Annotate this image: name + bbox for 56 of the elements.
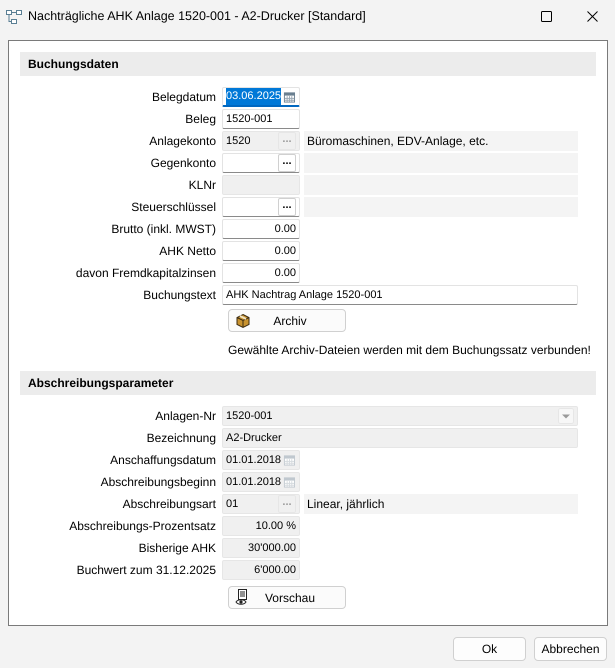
calendar-icon[interactable] (283, 453, 296, 467)
field-label: Abschreibungsart (122, 496, 217, 513)
section-header: Abschreibungsparameter (20, 371, 596, 395)
cancel-button[interactable]: Abbrechen (534, 637, 607, 661)
date-field[interactable]: 03.06.2025 (222, 87, 300, 107)
info-text: Gewählte Archiv-Dateien werden mit dem Buchungssatz verbunden! (228, 342, 592, 357)
app-icon (6, 10, 22, 24)
close-icon (586, 11, 598, 22)
input-field[interactable]: 0.00 (222, 219, 300, 239)
input-field[interactable]: 1520-001 (222, 109, 300, 129)
field-label: Buchungstext (142, 287, 217, 304)
field-label: Bisherige AHK (138, 540, 217, 557)
input-field[interactable]: A2-Drucker (222, 428, 578, 448)
field-label: davon Fremdkapitalzinsen (74, 265, 217, 282)
lookup-button[interactable]: ... (278, 154, 296, 172)
ok-button[interactable]: Ok (453, 637, 526, 661)
maximize-icon (540, 11, 552, 22)
field-label: Belegdatum (150, 89, 217, 106)
field-label: AHK Netto (158, 243, 217, 260)
input-field[interactable] (222, 175, 300, 195)
field-label: Buchwert zum 31.12.2025 (76, 562, 217, 579)
input-field[interactable]: 6'000.00 (222, 560, 300, 580)
field-label: Anlagen-Nr (154, 408, 217, 425)
field-label: Anlagekonto (148, 133, 217, 150)
window-title: Nachträgliche AHK Anlage 1520-001 - A2-Drucker [Standard] (28, 8, 366, 26)
input-field[interactable]: 0.00 (222, 241, 300, 261)
lookup-field[interactable]: ... (222, 153, 300, 173)
description-text: Büromaschinen, EDV-Anlage, etc. (304, 131, 578, 151)
calendar-icon[interactable] (283, 475, 296, 489)
field-label: Abschreibungs-Prozentsatz (68, 518, 217, 535)
field-label: Beleg (184, 111, 217, 128)
lookup-field[interactable]: ... (222, 197, 300, 217)
input-field[interactable]: 30'000.00 (222, 538, 300, 558)
field-label: Gegenkonto (150, 155, 217, 172)
calendar-icon[interactable] (283, 90, 296, 104)
description-text: Linear, jährlich (304, 494, 578, 514)
dropdown-caret-icon[interactable] (558, 408, 574, 424)
section-header: Buchungsdaten (20, 52, 596, 76)
lookup-field[interactable]: 1520 ... (222, 131, 300, 151)
archive-button[interactable]: Archiv (228, 309, 346, 332)
date-field[interactable]: 01.01.2018 (222, 450, 300, 470)
field-label: Bezeichnung (146, 430, 217, 447)
input-field[interactable]: 0.00 (222, 263, 300, 283)
field-label: Steuerschlüssel (130, 199, 217, 216)
input-field[interactable]: 10.00 % (222, 516, 300, 536)
date-field[interactable]: 01.01.2018 (222, 472, 300, 492)
field-label: Brutto (inkl. MWST) (110, 221, 217, 238)
box-icon (235, 312, 251, 328)
preview-button[interactable]: Vorschau (228, 586, 346, 609)
input-field[interactable]: AHK Nachtrag Anlage 1520-001 (222, 285, 578, 305)
field-label: Abschreibungsbeginn (100, 474, 217, 491)
lookup-button[interactable]: ... (278, 198, 296, 216)
field-label: Anschaffungsdatum (109, 452, 217, 469)
lookup-field[interactable]: 01 ... (222, 494, 300, 514)
field-label: KLNr (188, 177, 217, 194)
dropdown-field[interactable]: 1520-001 (222, 406, 578, 426)
